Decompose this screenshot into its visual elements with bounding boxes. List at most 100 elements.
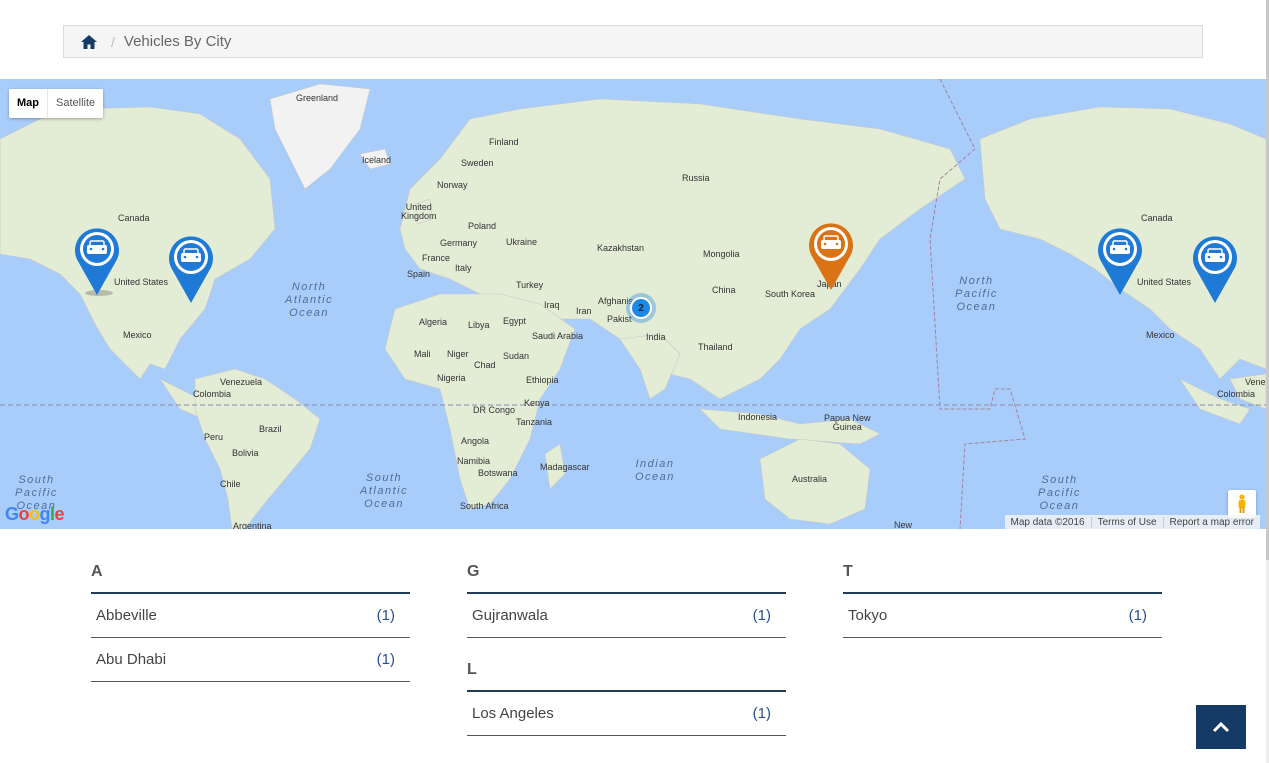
report-map-error-link[interactable]: Report a map error: [1162, 516, 1260, 528]
label-niger: Niger: [447, 349, 469, 359]
label-argentina: Argentina: [233, 521, 272, 529]
city-count: (1): [376, 651, 395, 668]
city-row-abu-dhabi[interactable]: Abu Dhabi (1): [91, 638, 410, 682]
label-south-atlantic-ocean: South Atlantic Ocean: [360, 472, 409, 510]
terms-of-use-link[interactable]: Terms of Use: [1090, 516, 1163, 528]
breadcrumb-separator: /: [111, 33, 115, 50]
city-row-tokyo[interactable]: Tokyo (1): [843, 594, 1162, 638]
map-attribution: Map data ©2016 Terms of Use Report a map…: [1004, 515, 1260, 529]
vehicle-pin-abbeville-wrap[interactable]: [1189, 231, 1241, 307]
label-mexico-right: Mexico: [1146, 330, 1175, 340]
label-poland: Poland: [468, 221, 497, 231]
city-group-letter: G: [467, 563, 786, 594]
label-peru: Peru: [204, 432, 224, 442]
label-ukraine: Ukraine: [506, 237, 538, 247]
label-venezuela-right: Vene: [1245, 377, 1266, 387]
vehicle-pin-los-angeles[interactable]: [71, 223, 123, 299]
city-count: (1): [1128, 607, 1147, 624]
scroll-to-top-button[interactable]: [1196, 705, 1246, 749]
street-view-pegman-icon[interactable]: [1228, 490, 1256, 518]
label-iran: Iran: [576, 306, 592, 316]
city-row-gujranwala[interactable]: Gujranwala (1): [467, 594, 786, 638]
city-group-letter: T: [843, 563, 1162, 594]
map-type-map-button[interactable]: Map: [9, 89, 48, 118]
label-kenya: Kenya: [524, 398, 550, 408]
label-russia: Russia: [682, 173, 710, 183]
breadcrumb-current: Vehicles By City: [123, 33, 232, 50]
marker-cluster[interactable]: 2: [626, 293, 656, 323]
city-name[interactable]: Abu Dhabi: [96, 651, 166, 668]
label-finland: Finland: [489, 137, 519, 147]
label-india: India: [646, 332, 666, 342]
label-germany: Germany: [440, 238, 478, 248]
label-sweden: Sweden: [461, 158, 494, 168]
label-indian-ocean: Indian Ocean: [635, 458, 675, 483]
city-name[interactable]: Gujranwala: [472, 607, 548, 624]
label-brazil: Brazil: [259, 424, 282, 434]
label-north-atlantic-ocean: North Atlantic Ocean: [285, 281, 334, 319]
label-thailand: Thailand: [698, 342, 733, 352]
city-group-letter: A: [91, 563, 410, 594]
label-south-africa: South Africa: [460, 501, 509, 511]
map-type-control: Map Satellite: [9, 89, 104, 118]
label-angola: Angola: [461, 436, 490, 446]
city-row-abbeville[interactable]: Abbeville (1): [91, 594, 410, 638]
label-uk: United Kingdom: [401, 202, 437, 221]
label-namibia: Namibia: [457, 456, 491, 466]
city-group-g-l: G Gujranwala (1) L Los Angeles (1): [467, 563, 786, 736]
label-colombia: Colombia: [193, 389, 232, 399]
label-australia: Australia: [792, 474, 828, 484]
label-italy: Italy: [455, 263, 472, 273]
vehicle-pin-los-angeles-wrap[interactable]: [1094, 223, 1146, 299]
label-chad: Chad: [474, 360, 496, 370]
label-venezuela: Venezuela: [220, 377, 263, 387]
page: / Vehicles By City Map Satellite Greenla…: [0, 0, 1269, 763]
label-iraq: Iraq: [544, 300, 560, 310]
label-sudan: Sudan: [503, 351, 530, 361]
label-tanzania: Tanzania: [516, 417, 553, 427]
label-saudi-arabia: Saudi Arabia: [532, 331, 584, 341]
label-greenland: Greenland: [296, 93, 339, 103]
city-group-a: A Abbeville (1) Abu Dhabi (1): [91, 563, 410, 682]
label-libya: Libya: [468, 320, 490, 330]
label-mongolia: Mongolia: [703, 249, 740, 259]
label-turkey: Turkey: [516, 280, 544, 290]
city-group-letter: L: [467, 661, 786, 692]
label-canada-left: Canada: [118, 213, 150, 223]
vehicle-pin-tokyo[interactable]: [805, 218, 857, 294]
label-madagascar: Madagascar: [540, 462, 590, 472]
city-name[interactable]: Tokyo: [848, 607, 887, 624]
label-papua-new-guinea: Papua New Guinea: [824, 413, 871, 432]
label-north-pacific-ocean: North Pacific Ocean: [955, 275, 998, 313]
label-chile: Chile: [220, 479, 241, 489]
world-map[interactable]: Map Satellite Greenland Iceland Finland …: [0, 79, 1266, 529]
label-kazakhstan: Kazakhstan: [597, 243, 645, 253]
marker-cluster-count: 2: [630, 297, 652, 319]
label-mexico-left: Mexico: [123, 330, 152, 340]
label-bolivia: Bolivia: [232, 448, 259, 458]
city-row-los-angeles[interactable]: Los Angeles (1): [467, 692, 786, 736]
city-name[interactable]: Abbeville: [96, 607, 157, 624]
vehicle-pin-abbeville[interactable]: [165, 231, 217, 307]
city-group-t: T Tokyo (1): [843, 563, 1162, 638]
label-indonesia: Indonesia: [738, 412, 778, 422]
label-iceland: Iceland: [362, 155, 392, 165]
home-icon[interactable]: [80, 33, 98, 51]
google-logo: Google: [5, 504, 65, 524]
label-ethiopia: Ethiopia: [526, 375, 559, 385]
map-type-satellite-button[interactable]: Satellite: [48, 89, 103, 118]
label-algeria: Algeria: [419, 317, 448, 327]
label-mali: Mali: [414, 349, 431, 359]
label-china: China: [712, 285, 736, 295]
city-name[interactable]: Los Angeles: [472, 705, 554, 722]
label-colombia-right: Colombia: [1217, 389, 1256, 399]
label-new-zealand: New: [894, 520, 913, 529]
label-norway: Norway: [437, 180, 468, 190]
map-data-label: Map data ©2016: [1010, 516, 1085, 528]
label-spain: Spain: [407, 269, 431, 279]
label-nigeria: Nigeria: [437, 373, 466, 383]
chevron-up-icon: [1212, 721, 1230, 733]
label-egypt: Egypt: [503, 316, 527, 326]
city-count: (1): [376, 607, 395, 624]
label-france: France: [422, 253, 451, 263]
